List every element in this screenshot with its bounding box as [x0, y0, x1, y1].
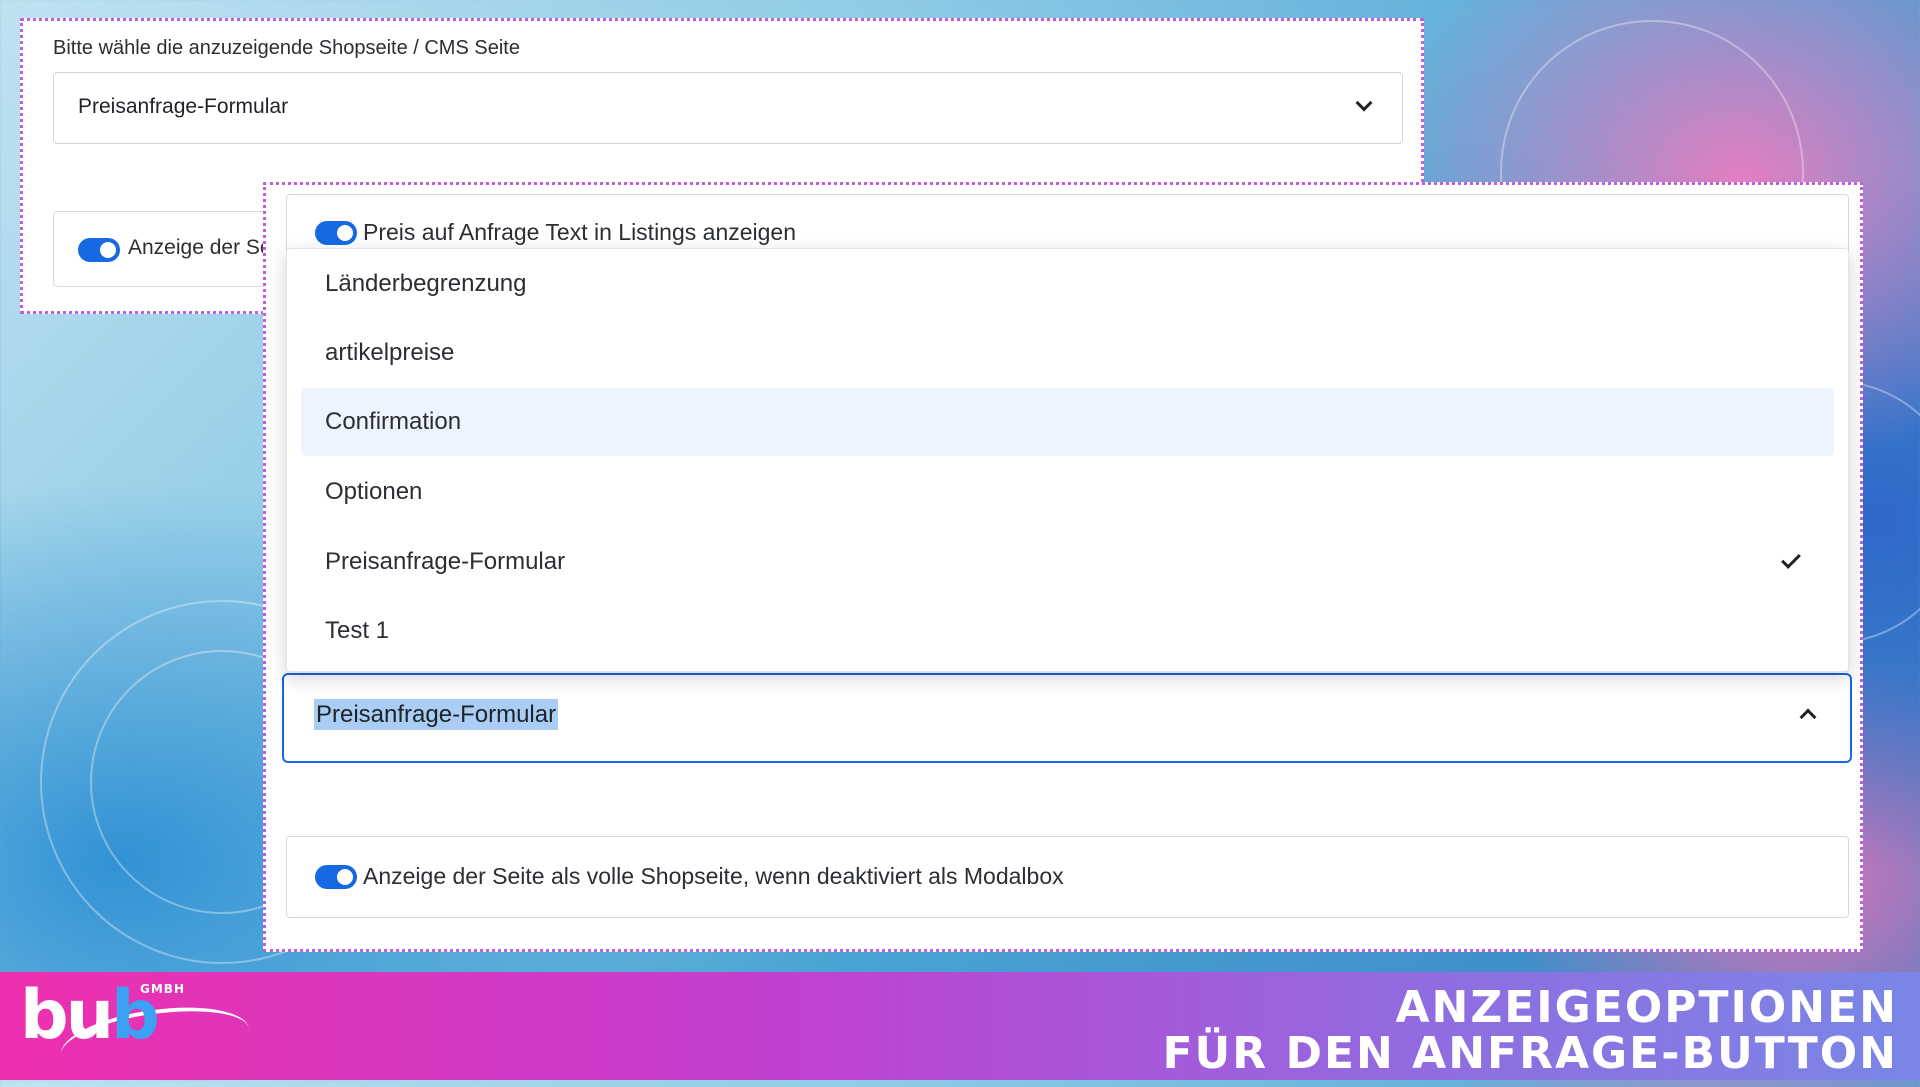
- foreground-settings-panel: Preis auf Anfrage Text in Listings anzei…: [263, 182, 1863, 952]
- dropdown-option-selected[interactable]: Preisanfrage-Formular: [301, 528, 1834, 596]
- logo-main-text: bu: [20, 976, 114, 1055]
- fullpage-toggle-label: Anzeige der Se: [128, 236, 272, 259]
- dropdown-option-label: Test 1: [325, 617, 390, 644]
- dropdown-option-label: Preisanfrage-Formular: [325, 548, 566, 575]
- dropdown-option-label: artikelpreise: [325, 339, 455, 366]
- dropdown-option-highlighted[interactable]: Confirmation: [301, 388, 1834, 456]
- listing-toggle-label: Preis auf Anfrage Text in Listings anzei…: [363, 219, 797, 245]
- fullpage-toggle[interactable]: [315, 865, 357, 889]
- logo-suffix: GMBH: [140, 982, 185, 996]
- fullpage-toggle[interactable]: [78, 238, 120, 262]
- page-select-dropdown: Länderbegrenzung artikelpreise Confirmat…: [286, 248, 1849, 672]
- page-select[interactable]: Preisanfrage-Formular: [53, 72, 1403, 144]
- fullpage-toggle-label: Anzeige der Seite als volle Shopseite, w…: [363, 863, 1064, 889]
- page-select-open-value: Preisanfrage-Formular: [314, 699, 559, 730]
- dropdown-option[interactable]: Optionen: [301, 458, 1834, 526]
- chevron-up-icon: [1799, 708, 1817, 726]
- dropdown-option-label: Confirmation: [325, 408, 462, 435]
- dropdown-option[interactable]: artikelpreise: [301, 319, 1834, 387]
- dropdown-option[interactable]: Test 1: [301, 597, 1834, 665]
- logo: bub: [20, 976, 160, 1055]
- selected-value-text: Preisanfrage-Formular: [314, 699, 559, 730]
- footer-headline-line1: ANZEIGEOPTIONEN: [1395, 982, 1898, 1033]
- page-select-label: Bitte wähle die anzuzeigende Shopseite /…: [53, 37, 520, 59]
- dropdown-option[interactable]: Länderbegrenzung: [301, 250, 1834, 318]
- dropdown-option-label: Länderbegrenzung: [325, 270, 527, 297]
- footer-headline-line2: FÜR DEN ANFRAGE-BUTTON: [1162, 1028, 1898, 1079]
- page-select-open[interactable]: Preisanfrage-Formular: [282, 673, 1852, 763]
- chevron-down-icon: [1355, 94, 1373, 112]
- dropdown-option-label: Optionen: [325, 478, 423, 505]
- checkmark-icon: [1781, 549, 1801, 569]
- listing-toggle[interactable]: [315, 221, 357, 245]
- fullpage-toggle-card: Anzeige der Seite als volle Shopseite, w…: [286, 836, 1849, 918]
- page-select-value: Preisanfrage-Formular: [78, 95, 289, 118]
